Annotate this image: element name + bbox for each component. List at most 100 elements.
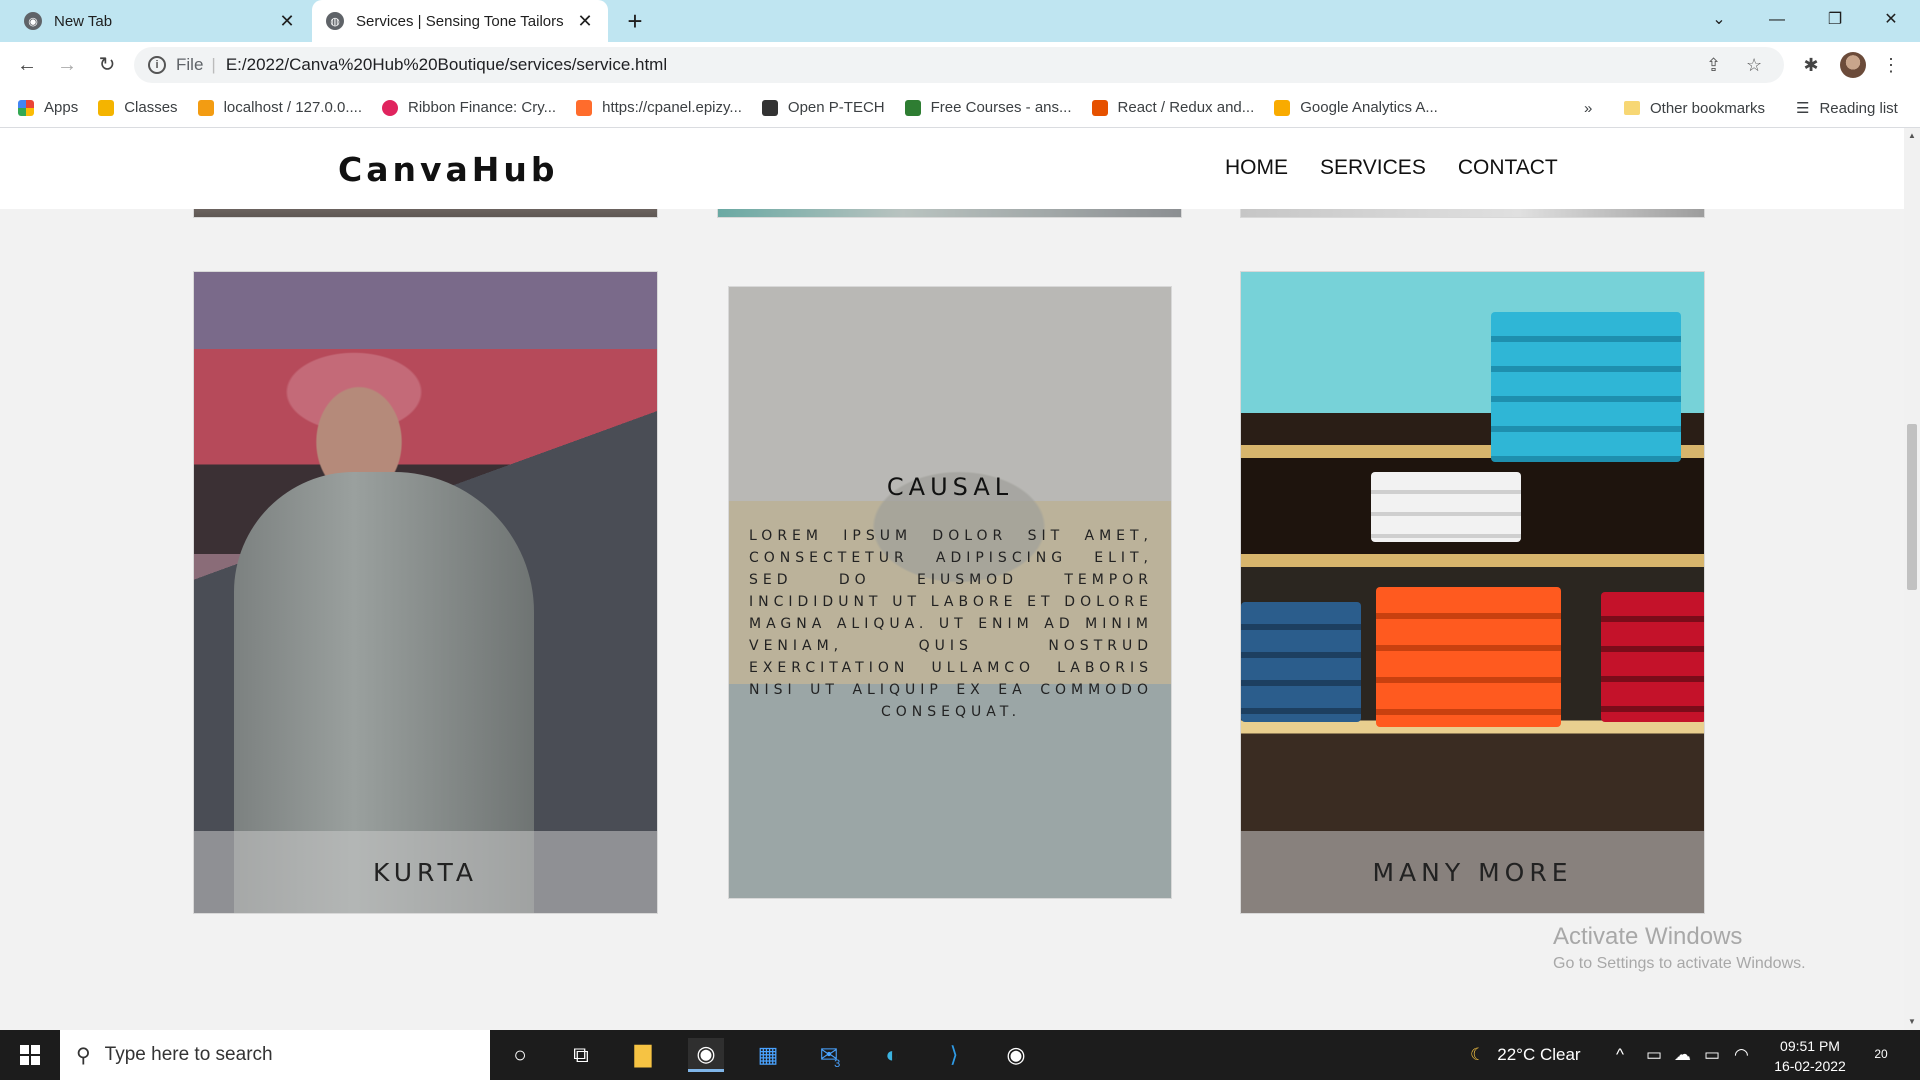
start-button[interactable] [0,1030,60,1080]
main-nav: HOME SERVICES CONTACT [1225,156,1558,180]
tab-strip: ◉ New Tab ✕ ◍ Services | Sensing Tone Ta… [0,0,1920,42]
bookmark-react[interactable]: React / Redux and... [1091,99,1254,116]
close-icon[interactable]: ✕ [572,11,598,32]
back-arrow-icon[interactable]: ← [12,50,42,80]
tray-chevron-icon[interactable]: ^ [1616,1030,1624,1080]
windows-taskbar: ⚲ Type here to search ○ ⧉ ▇ ◉ ▦ ✉ 3 ◐ ⟩ ◉… [0,1030,1920,1080]
chrome-icon: ◉ [24,12,42,30]
nav-home[interactable]: HOME [1225,156,1288,180]
share-icon[interactable]: ⇪ [1706,47,1721,83]
bookmark-label: Free Courses - ans... [930,99,1072,116]
bookmarks-bar: Apps Classes localhost / 127.0.0.... Rib… [0,88,1920,128]
address-bar[interactable]: i File | E:/2022/Canva%20Hub%20Boutique/… [134,47,1784,83]
profile-avatar[interactable] [1840,52,1866,78]
apps-grid-icon [18,99,34,116]
service-card-causal[interactable]: CAUSAL LOREM IPSUM DOLOR SIT AMET, CONSE… [728,286,1172,899]
folder-icon [1624,101,1640,115]
bookmark-localhost[interactable]: localhost / 127.0.0.... [197,99,362,116]
edge-icon[interactable]: ◐ [874,1038,910,1072]
meet-now-icon[interactable]: ▭ [1646,1030,1662,1080]
restore-button[interactable]: ❐ [1806,0,1864,42]
new-tab-button[interactable]: + [620,6,650,36]
bookmark-ribbon[interactable]: Ribbon Finance: Cry... [381,99,557,116]
reading-list[interactable]: ☰ Reading list [1796,88,1898,128]
tab-title: Services | Sensing Tone Tailors [356,12,564,30]
url-separator: | [211,55,216,74]
reload-icon[interactable]: ↻ [92,50,122,80]
ptech-icon [761,99,778,116]
vscode-icon[interactable]: ⟩ [936,1038,972,1072]
bookmarks-overflow-icon[interactable]: » [1584,88,1592,128]
shirt-stack-photo [1371,472,1521,542]
bookmark-ptech[interactable]: Open P-TECH [761,99,885,116]
file-explorer-icon[interactable]: ▇ [625,1038,661,1072]
onedrive-cloud-icon[interactable]: ☁ [1674,1030,1691,1080]
close-icon[interactable]: ✕ [274,11,300,32]
browser-toolbar: ← → ↻ i File | E:/2022/Canva%20Hub%20Bou… [0,42,1920,88]
windows-logo-icon [20,1045,40,1065]
chrome-taskbar-icon[interactable]: ◉ [688,1038,724,1072]
shirt-stack-photo [1601,592,1704,722]
window-close-button[interactable]: ✕ [1862,0,1920,42]
chrome-taskbar-icon-2[interactable]: ◉ [998,1038,1034,1072]
classroom-icon [98,99,115,116]
forward-arrow-icon[interactable]: → [52,50,82,80]
bookmark-label: Classes [124,99,178,116]
weather-text: 22°C Clear [1497,1045,1581,1064]
bookmark-apps[interactable]: Apps [18,99,78,116]
scroll-down-icon[interactable]: ▼ [1904,1014,1920,1030]
url-text[interactable]: E:/2022/Canva%20Hub%20Boutique/services/… [226,55,667,75]
bookmark-label: Apps [44,99,79,116]
tab-services[interactable]: ◍ Services | Sensing Tone Tailors ✕ [312,0,608,42]
browser-chrome: ◉ New Tab ✕ ◍ Services | Sensing Tone Ta… [0,0,1920,128]
taskbar-search[interactable]: ⚲ Type here to search [60,1030,490,1080]
bookmark-label: Google Analytics A... [1300,99,1438,116]
scroll-up-icon[interactable]: ▲ [1904,128,1920,144]
bookmark-classes[interactable]: Classes [98,99,178,116]
menu-kebab-icon[interactable]: ⋮ [1876,50,1906,80]
bookmark-label: Ribbon Finance: Cry... [407,99,557,116]
cortana-icon[interactable]: ○ [502,1038,538,1072]
bookmark-analytics[interactable]: Google Analytics A... [1274,99,1438,116]
brand-logo[interactable]: CanvaHub [338,150,559,189]
nav-contact[interactable]: CONTACT [1458,156,1558,180]
site-header: CanvaHub HOME SERVICES CONTACT [0,128,1904,209]
watermark-subtitle: Go to Settings to activate Windows. [1553,955,1806,972]
scrollbar-thumb[interactable] [1907,424,1917,590]
system-clock[interactable]: 09:51 PM 16-02-2022 [1760,1036,1860,1076]
bookmark-star-icon[interactable]: ☆ [1746,47,1762,83]
battery-icon[interactable]: ▭ [1704,1030,1720,1080]
card-caption: KURTA [194,831,657,913]
wifi-icon[interactable]: ◠ [1734,1030,1749,1080]
moon-icon: ☾ [1470,1045,1486,1064]
bookmark-courses[interactable]: Free Courses - ans... [904,99,1072,116]
service-card-many-more[interactable]: MANY MORE [1240,271,1705,914]
watermark-title: Activate Windows [1553,923,1743,950]
page-scrollbar[interactable]: ▲ ▼ [1904,128,1920,1030]
notification-center-icon[interactable]: 20 [1866,1042,1896,1068]
web-page: CanvaHub HOME SERVICES CONTACT KURTA CAU… [0,128,1904,1030]
bookmark-label: https://cpanel.epizy... [602,99,742,116]
bookmark-cpanel[interactable]: https://cpanel.epizy... [576,99,742,116]
tab-search-icon[interactable]: ⌄ [1690,0,1748,42]
extensions-puzzle-icon[interactable]: ✱ [1796,50,1826,80]
task-view-icon[interactable]: ⧉ [563,1038,599,1072]
info-icon[interactable]: i [148,56,166,74]
tab-new-tab[interactable]: ◉ New Tab ✕ [0,0,310,42]
clock-date: 16-02-2022 [1774,1058,1846,1074]
nav-services[interactable]: SERVICES [1320,156,1426,180]
store-icon[interactable]: ▦ [750,1038,786,1072]
cpanel-icon [576,99,593,116]
shirt-stack-photo [1491,312,1681,462]
other-bookmarks[interactable]: Other bookmarks [1624,88,1765,128]
courses-icon [904,99,921,116]
card-caption: MANY MORE [1241,831,1704,913]
minimize-button[interactable]: — [1748,0,1806,42]
weather-widget[interactable]: ☾ 22°C Clear [1470,1030,1581,1080]
bookmark-label: localhost / 127.0.0.... [223,99,362,116]
analytics-icon [1274,99,1291,116]
clock-time: 09:51 PM [1780,1038,1840,1054]
card-description: LOREM IPSUM DOLOR SIT AMET, CONSECTETUR … [749,528,1153,720]
mail-icon[interactable]: ✉ 3 [812,1038,848,1072]
service-card-kurta[interactable]: KURTA [193,271,658,914]
